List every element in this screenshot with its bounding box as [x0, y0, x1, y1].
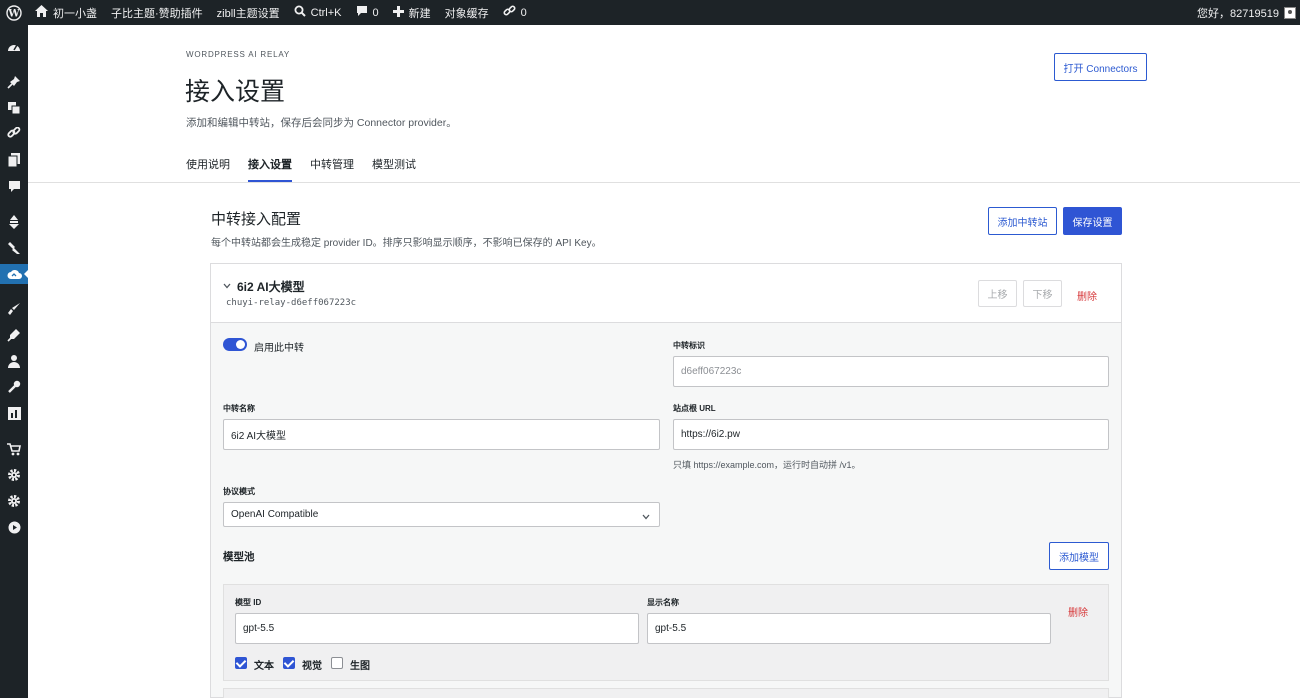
relay-name-label: 中转名称	[223, 404, 255, 413]
relay-card-header[interactable]: 6i2 AI大模型 chuyi-relay-d6eff067223c 上移 下移…	[211, 264, 1121, 323]
add-model-button[interactable]: 添加模型	[1049, 542, 1109, 570]
cart-icon[interactable]	[0, 439, 28, 459]
protocol-label: 协议模式	[223, 487, 255, 496]
protocol-select[interactable]: OpenAI Compatible	[223, 502, 660, 527]
image-gen-capability-checkbox[interactable]	[331, 657, 343, 669]
chevron-down-icon	[642, 512, 650, 522]
theme-settings-label: zibll主题设置	[216, 7, 280, 20]
search-shortcut-label: Ctrl+K	[310, 6, 342, 19]
object-cache-label: 对象缓存	[444, 7, 489, 20]
page-description: 添加和编辑中转站，保存后会同步为 Connector provider。	[186, 117, 457, 129]
chevron-down-icon[interactable]	[223, 281, 231, 291]
tab-bar: 使用说明 接入设置 中转管理 模型测试	[186, 149, 416, 182]
users-icon[interactable]	[0, 351, 28, 371]
comment-icon	[356, 5, 368, 20]
move-up-button[interactable]: 上移	[978, 280, 1017, 307]
plugin-editor-icon[interactable]	[0, 325, 28, 345]
relay-slug: chuyi-relay-d6eff067223c	[226, 298, 357, 308]
plugin-link-label: 子比主题·赞助插件	[111, 7, 203, 20]
display-name-label: 显示名称	[647, 598, 679, 607]
media-icon[interactable]	[0, 98, 28, 118]
model-id-label: 模型 ID	[235, 598, 262, 607]
object-cache-link[interactable]: 对象缓存	[438, 0, 496, 25]
comments-link[interactable]: 0	[349, 0, 386, 25]
admin-side-menu	[0, 25, 28, 698]
dashboard-icon[interactable]	[0, 37, 28, 57]
open-connectors-button[interactable]: 打开 Connectors	[1054, 53, 1147, 81]
header-divider	[28, 182, 1300, 183]
section-description: 每个中转站都会生成稳定 provider ID。排序只影响显示顺序，不影响已保存…	[211, 238, 602, 249]
enable-relay-toggle[interactable]	[223, 338, 247, 351]
avatar	[1284, 6, 1296, 19]
relay-name-heading: 6i2 AI大模型	[237, 280, 305, 294]
relay-id-label: 中转标识	[673, 341, 705, 350]
vision-capability-label: 视觉	[302, 661, 322, 672]
settings-panel-icon[interactable]	[0, 403, 28, 423]
plugins-icon[interactable]	[0, 238, 28, 258]
tab-relay-management[interactable]: 中转管理	[310, 149, 354, 182]
new-label: 新建	[408, 7, 431, 20]
text-capability-checkbox[interactable]	[235, 657, 247, 669]
links-count: 0	[520, 6, 527, 19]
relay-card-body: 启用此中转 中转标识 d6eff067223c 中转名称 6i2 AI大模型 站…	[211, 323, 1121, 698]
wordpress-logo-icon[interactable]: W	[0, 0, 28, 25]
relay-name-field[interactable]: 6i2 AI大模型	[223, 419, 660, 450]
tab-access-settings[interactable]: 接入设置	[248, 149, 292, 182]
links-link[interactable]: 0	[496, 0, 534, 25]
pin-icon[interactable]	[0, 72, 28, 92]
tools-icon[interactable]	[0, 377, 28, 397]
play-icon[interactable]	[0, 517, 28, 537]
relay-id-field[interactable]: d6eff067223c	[673, 356, 1109, 387]
comments-count: 0	[372, 6, 379, 19]
text-capability-label: 文本	[254, 661, 274, 672]
svg-text:W: W	[7, 8, 20, 19]
plugin-eyebrow: WORDPRESS AI RELAY	[186, 50, 291, 59]
plugin-link[interactable]: 子比主题·赞助插件	[104, 0, 210, 25]
site-url-hint: 只填 https://example.com，运行时自动拼 /v1。	[673, 460, 861, 470]
tab-model-test[interactable]: 模型测试	[372, 149, 416, 182]
cloud-relay-icon[interactable]	[0, 264, 28, 284]
model-pool-title: 模型池	[223, 551, 255, 563]
vision-capability-checkbox[interactable]	[283, 657, 295, 669]
site-name-link[interactable]: 初一小盏	[28, 0, 104, 25]
relay-card: 6i2 AI大模型 chuyi-relay-d6eff067223c 上移 下移…	[210, 263, 1122, 698]
gear-icon[interactable]	[0, 491, 28, 511]
links-menu-icon[interactable]	[0, 124, 28, 144]
display-name-field[interactable]: gpt-5.5	[647, 613, 1051, 644]
section-title: 中转接入配置	[211, 211, 302, 228]
page-title: 接入设置	[185, 78, 286, 106]
brush-icon[interactable]	[0, 299, 28, 319]
save-settings-button[interactable]: 保存设置	[1063, 207, 1122, 235]
search-shortcut[interactable]: Ctrl+K	[287, 0, 349, 25]
move-down-button[interactable]: 下移	[1023, 280, 1062, 307]
appearance-icon[interactable]	[0, 212, 28, 232]
comments-menu-icon[interactable]	[0, 176, 28, 196]
protocol-select-value: OpenAI Compatible	[231, 509, 319, 520]
plus-icon	[392, 5, 404, 20]
tab-usage[interactable]: 使用说明	[186, 149, 230, 182]
admin-bar: W 初一小盏 子比主题·赞助插件 zibll主题设置 Ctrl+K 0 新建 对…	[0, 0, 1300, 25]
account-menu[interactable]: 您好，82719519	[1190, 0, 1300, 25]
search-icon	[294, 5, 306, 20]
model-id-field[interactable]: gpt-5.5	[235, 613, 639, 644]
link-icon	[503, 4, 516, 21]
pages-icon[interactable]	[0, 150, 28, 170]
new-content-link[interactable]: 新建	[386, 0, 438, 25]
delete-model-button[interactable]: 删除	[1068, 604, 1088, 619]
next-model-row	[223, 688, 1109, 698]
home-icon	[35, 5, 48, 20]
model-row: 模型 ID gpt-5.5 显示名称 gpt-5.5 删除 文本 视觉 生图	[223, 584, 1109, 681]
main-content: WORDPRESS AI RELAY 接入设置 添加和编辑中转站，保存后会同步为…	[28, 25, 1300, 698]
image-gen-capability-label: 生图	[350, 661, 370, 672]
enable-relay-label: 启用此中转	[254, 343, 304, 354]
add-relay-button[interactable]: 添加中转站	[988, 207, 1057, 235]
site-url-label: 站点根 URL	[673, 404, 716, 413]
site-name: 初一小盏	[53, 7, 97, 20]
delete-relay-button[interactable]: 删除	[1077, 288, 1097, 303]
theme-settings-link[interactable]: zibll主题设置	[210, 0, 287, 25]
site-url-field[interactable]: https://6i2.pw	[673, 419, 1109, 450]
greeting: 您好，82719519	[1197, 7, 1279, 20]
gear-icon[interactable]	[0, 465, 28, 485]
